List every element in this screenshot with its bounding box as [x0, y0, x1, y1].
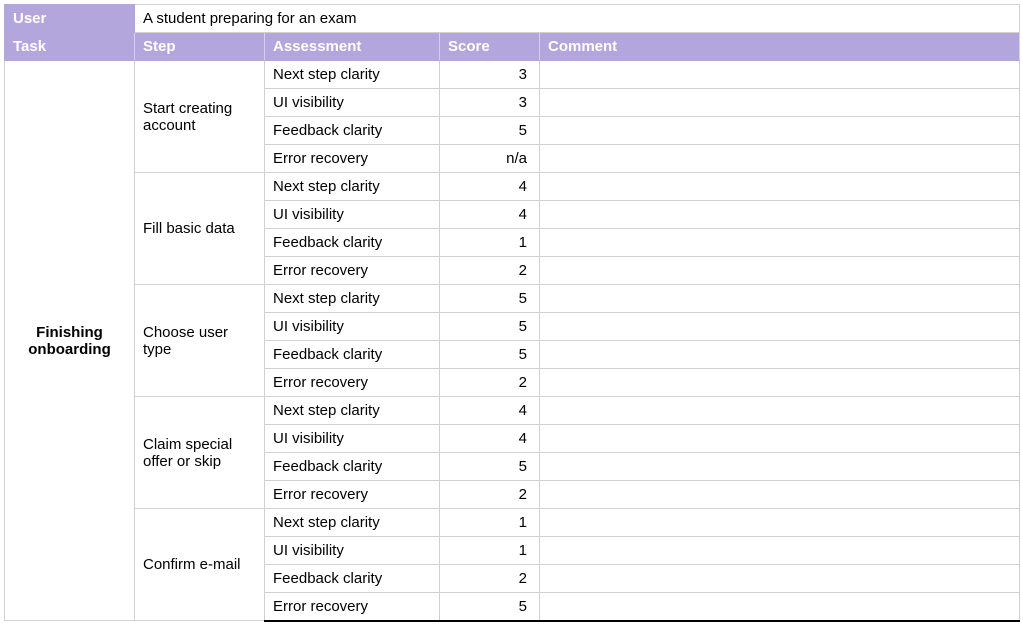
score-cell: 1 — [440, 509, 540, 537]
comment-cell — [540, 341, 1020, 369]
score-cell: 4 — [440, 397, 540, 425]
step-cell: Choose user type — [135, 285, 265, 397]
score-cell: 5 — [440, 117, 540, 145]
assessment-cell: Error recovery — [265, 593, 440, 621]
comment-cell — [540, 369, 1020, 397]
score-cell: 5 — [440, 313, 540, 341]
comment-cell — [540, 453, 1020, 481]
score-cell: 5 — [440, 593, 540, 621]
step-cell: Start creating account — [135, 61, 265, 173]
assessment-cell: Next step clarity — [265, 509, 440, 537]
score-cell: 4 — [440, 425, 540, 453]
score-header: Score — [440, 33, 540, 61]
comment-cell — [540, 145, 1020, 173]
assessment-cell: UI visibility — [265, 89, 440, 117]
comment-cell — [540, 481, 1020, 509]
comment-cell — [540, 509, 1020, 537]
assessment-cell: Error recovery — [265, 145, 440, 173]
assessment-cell: UI visibility — [265, 201, 440, 229]
comment-cell — [540, 117, 1020, 145]
assessment-cell: Feedback clarity — [265, 117, 440, 145]
assessment-cell: UI visibility — [265, 425, 440, 453]
assessment-cell: Feedback clarity — [265, 565, 440, 593]
comment-cell — [540, 89, 1020, 117]
assessment-cell: Next step clarity — [265, 397, 440, 425]
assessment-cell: Next step clarity — [265, 61, 440, 89]
assessment-cell: UI visibility — [265, 313, 440, 341]
assessment-cell: Error recovery — [265, 481, 440, 509]
score-cell: 3 — [440, 89, 540, 117]
score-cell: 1 — [440, 229, 540, 257]
task-header: Task — [5, 33, 135, 61]
score-cell: 5 — [440, 285, 540, 313]
assessment-cell: Next step clarity — [265, 285, 440, 313]
comment-cell — [540, 257, 1020, 285]
comment-cell — [540, 313, 1020, 341]
score-cell: 3 — [440, 61, 540, 89]
comment-cell — [540, 285, 1020, 313]
step-cell: Fill basic data — [135, 173, 265, 285]
comment-cell — [540, 425, 1020, 453]
score-cell: 2 — [440, 565, 540, 593]
comment-cell — [540, 397, 1020, 425]
step-cell: Confirm e-mail — [135, 509, 265, 621]
step-header: Step — [135, 33, 265, 61]
assessment-cell: Feedback clarity — [265, 341, 440, 369]
comment-header: Comment — [540, 33, 1020, 61]
score-cell: 4 — [440, 173, 540, 201]
assessment-cell: Feedback clarity — [265, 229, 440, 257]
score-cell: 1 — [440, 537, 540, 565]
assessment-cell: Error recovery — [265, 257, 440, 285]
score-cell: 5 — [440, 453, 540, 481]
assessment-cell: Feedback clarity — [265, 453, 440, 481]
score-cell: 2 — [440, 257, 540, 285]
comment-cell — [540, 61, 1020, 89]
score-cell: 4 — [440, 201, 540, 229]
assessment-cell: Error recovery — [265, 369, 440, 397]
comment-cell — [540, 565, 1020, 593]
cognitive-walkthrough-table: UserA student preparing for an examTaskS… — [4, 4, 1020, 622]
comment-cell — [540, 201, 1020, 229]
comment-cell — [540, 229, 1020, 257]
user-label: User — [5, 5, 135, 33]
user-value: A student preparing for an exam — [135, 5, 1020, 33]
score-cell: 2 — [440, 481, 540, 509]
assessment-cell: UI visibility — [265, 537, 440, 565]
assessment-cell: Next step clarity — [265, 173, 440, 201]
task-cell: Finishing onboarding — [5, 61, 135, 621]
score-cell: n/a — [440, 145, 540, 173]
step-cell: Claim special offer or skip — [135, 397, 265, 509]
score-cell: 5 — [440, 341, 540, 369]
assessment-header: Assessment — [265, 33, 440, 61]
comment-cell — [540, 173, 1020, 201]
score-cell: 2 — [440, 369, 540, 397]
comment-cell — [540, 593, 1020, 621]
comment-cell — [540, 537, 1020, 565]
